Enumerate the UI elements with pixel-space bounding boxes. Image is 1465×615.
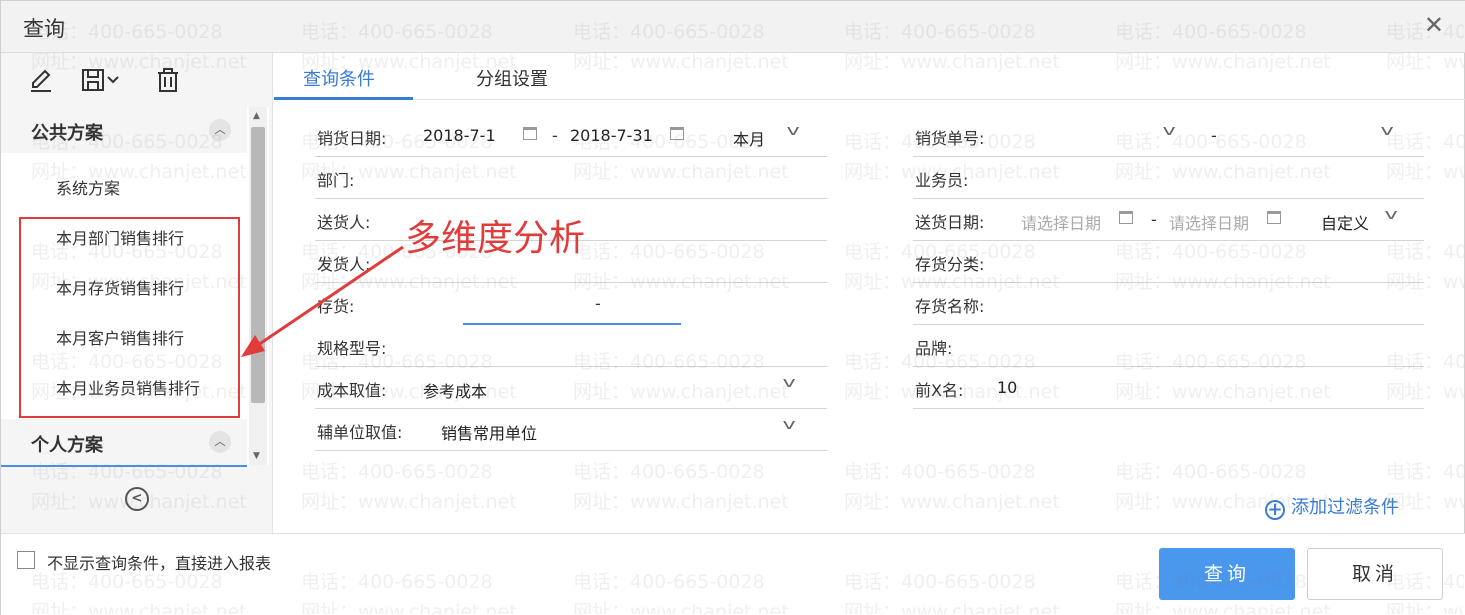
inventory-name-label: 存货名称: [915,297,985,316]
delivery-date-separator: - [1151,210,1157,229]
sale-date-label: 销货日期: [317,129,387,148]
scroll-down-icon[interactable]: ▼ [253,451,260,461]
close-icon[interactable]: ✕ [1424,13,1444,37]
inventory-separator: - [595,294,601,313]
delivery-date-period[interactable]: 自定义 [1321,210,1369,234]
active-tab-indicator [274,97,413,100]
watermark-site: 网址：www.chanjet.net [573,491,789,513]
field-sale-date: 销货日期: 2018-7-1 - 2018-7-31 本月 v [315,117,827,157]
chevron-down-icon[interactable]: v [783,417,796,433]
public-scheme-header[interactable]: 公共方案 ︿ [1,107,247,153]
add-filter-label: 添加过滤条件 [1291,497,1399,518]
save-dropdown-icon[interactable] [79,65,125,95]
inventory-focus-line [463,323,681,325]
dialog-footer: 不显示查询条件，直接进入报表 查询 取消 [1,533,1465,615]
watermark-phone: 电话：400-665-0028 [1115,461,1307,483]
title-bar: 查询 ✕ [1,1,1465,53]
top-x-label: 前X名: [915,381,964,400]
dept-label: 部门: [317,171,355,190]
field-sale-no: 销货单号: v - v [913,117,1424,157]
annotation-highlight-box [19,217,240,418]
collapse-left-icon[interactable]: < [125,487,149,511]
sale-no-separator: - [1211,126,1217,145]
sale-date-end[interactable]: 2018-7-31 [570,126,653,145]
sale-date-start[interactable]: 2018-7-1 [423,126,496,145]
aux-unit-value[interactable]: 销售常用单位 [441,420,537,444]
salesman-label: 业务员: [915,171,969,190]
skip-conditions-checkbox[interactable] [17,551,35,569]
scheme-item-system[interactable]: 系统方案 [56,175,120,199]
scheme-list-bottom-line [1,465,247,467]
tab-bar: 查询条件 分组设置 [274,53,1465,100]
chevron-down-icon[interactable]: v [1385,207,1398,223]
annotation-text: 多维度分析 [405,218,586,259]
calendar-icon[interactable] [1119,211,1133,224]
watermark-phone: 电话：400-665-0028 [573,461,765,483]
spec-label: 规格型号: [317,339,387,358]
chevron-up-icon[interactable]: ︿ [209,119,231,141]
tab-group-settings[interactable]: 分组设置 [476,65,548,91]
delivery-date-start[interactable]: 请选择日期 [1021,210,1101,234]
deliverer-label: 送货人: [317,213,371,232]
calendar-icon[interactable] [523,127,537,140]
sale-date-period[interactable]: 本月 [733,126,765,150]
scroll-up-icon[interactable]: ▲ [253,111,260,121]
watermark-phone: 电话：400-665-0028 [844,461,1036,483]
cost-value[interactable]: 参考成本 [423,378,487,402]
edit-icon[interactable] [27,65,57,95]
field-inventory[interactable]: 存货: - [315,285,827,325]
delivery-date-label: 送货日期: [915,213,985,232]
plus-circle-icon: + [1265,500,1285,520]
inventory-class-label: 存货分类: [915,255,985,274]
field-aux-unit[interactable]: 辅单位取值: 销售常用单位 v [315,411,827,451]
aux-unit-label: 辅单位取值: [317,423,403,442]
scroll-thumb[interactable] [251,127,265,403]
personal-scheme-header[interactable]: 个人方案 ︿ [1,419,247,465]
dialog-title: 查询 [23,17,65,41]
skip-conditions-label: 不显示查询条件，直接进入报表 [47,554,272,573]
chevron-down-icon[interactable]: v [783,375,796,391]
public-scheme-title: 公共方案 [31,123,103,144]
watermark-phone: 电话：400-665-0028 [1386,461,1464,483]
field-salesman[interactable]: 业务员: [913,159,1424,199]
calendar-icon[interactable] [670,127,684,140]
personal-scheme-title: 个人方案 [31,435,103,456]
delivery-date-end[interactable]: 请选择日期 [1169,210,1249,234]
tab-query-conditions[interactable]: 查询条件 [303,65,375,91]
query-button[interactable]: 查询 [1159,548,1295,600]
shipper-label: 发货人: [317,255,371,274]
calendar-icon[interactable] [1267,211,1281,224]
add-filter-button[interactable]: + 添加过滤条件 [1265,493,1399,520]
sale-no-label: 销货单号: [915,129,985,148]
field-brand[interactable]: 品牌: [913,327,1424,367]
query-dialog: 查询 ✕ 公共方案 ︿ 系统方案 本月部门销售排行 本月存货销售排行 本月客户销… [0,0,1465,615]
watermark-site: 网址：www.chanjet.net [844,491,1060,513]
field-spec[interactable]: 规格型号: [315,327,827,367]
field-inventory-name[interactable]: 存货名称: [913,285,1424,325]
field-delivery-date: 送货日期: 请选择日期 - 请选择日期 自定义 v [913,201,1424,241]
scheme-scrollbar[interactable]: ▲ ▼ [249,107,267,465]
top-x-value[interactable]: 10 [997,378,1017,397]
sale-date-separator: - [552,126,558,145]
chevron-up-icon[interactable]: ︿ [209,431,231,453]
brand-label: 品牌: [915,339,953,358]
delete-icon[interactable] [153,65,183,95]
field-top-x[interactable]: 前X名: 10 [913,369,1424,409]
watermark-site: 网址：www.chanjet.net [301,491,517,513]
chevron-down-icon[interactable]: v [787,123,800,139]
field-inventory-class[interactable]: 存货分类: [913,243,1424,283]
cancel-button[interactable]: 取消 [1307,548,1443,600]
watermark-phone: 电话：400-665-0028 [301,461,493,483]
chevron-down-icon[interactable]: v [1381,123,1394,139]
field-dept[interactable]: 部门: [315,159,827,199]
scheme-toolbar [1,53,273,107]
inventory-label: 存货: [317,297,355,316]
chevron-down-icon[interactable]: v [1163,123,1176,139]
cost-label: 成本取值: [317,381,387,400]
field-cost[interactable]: 成本取值: 参考成本 v [315,369,827,409]
